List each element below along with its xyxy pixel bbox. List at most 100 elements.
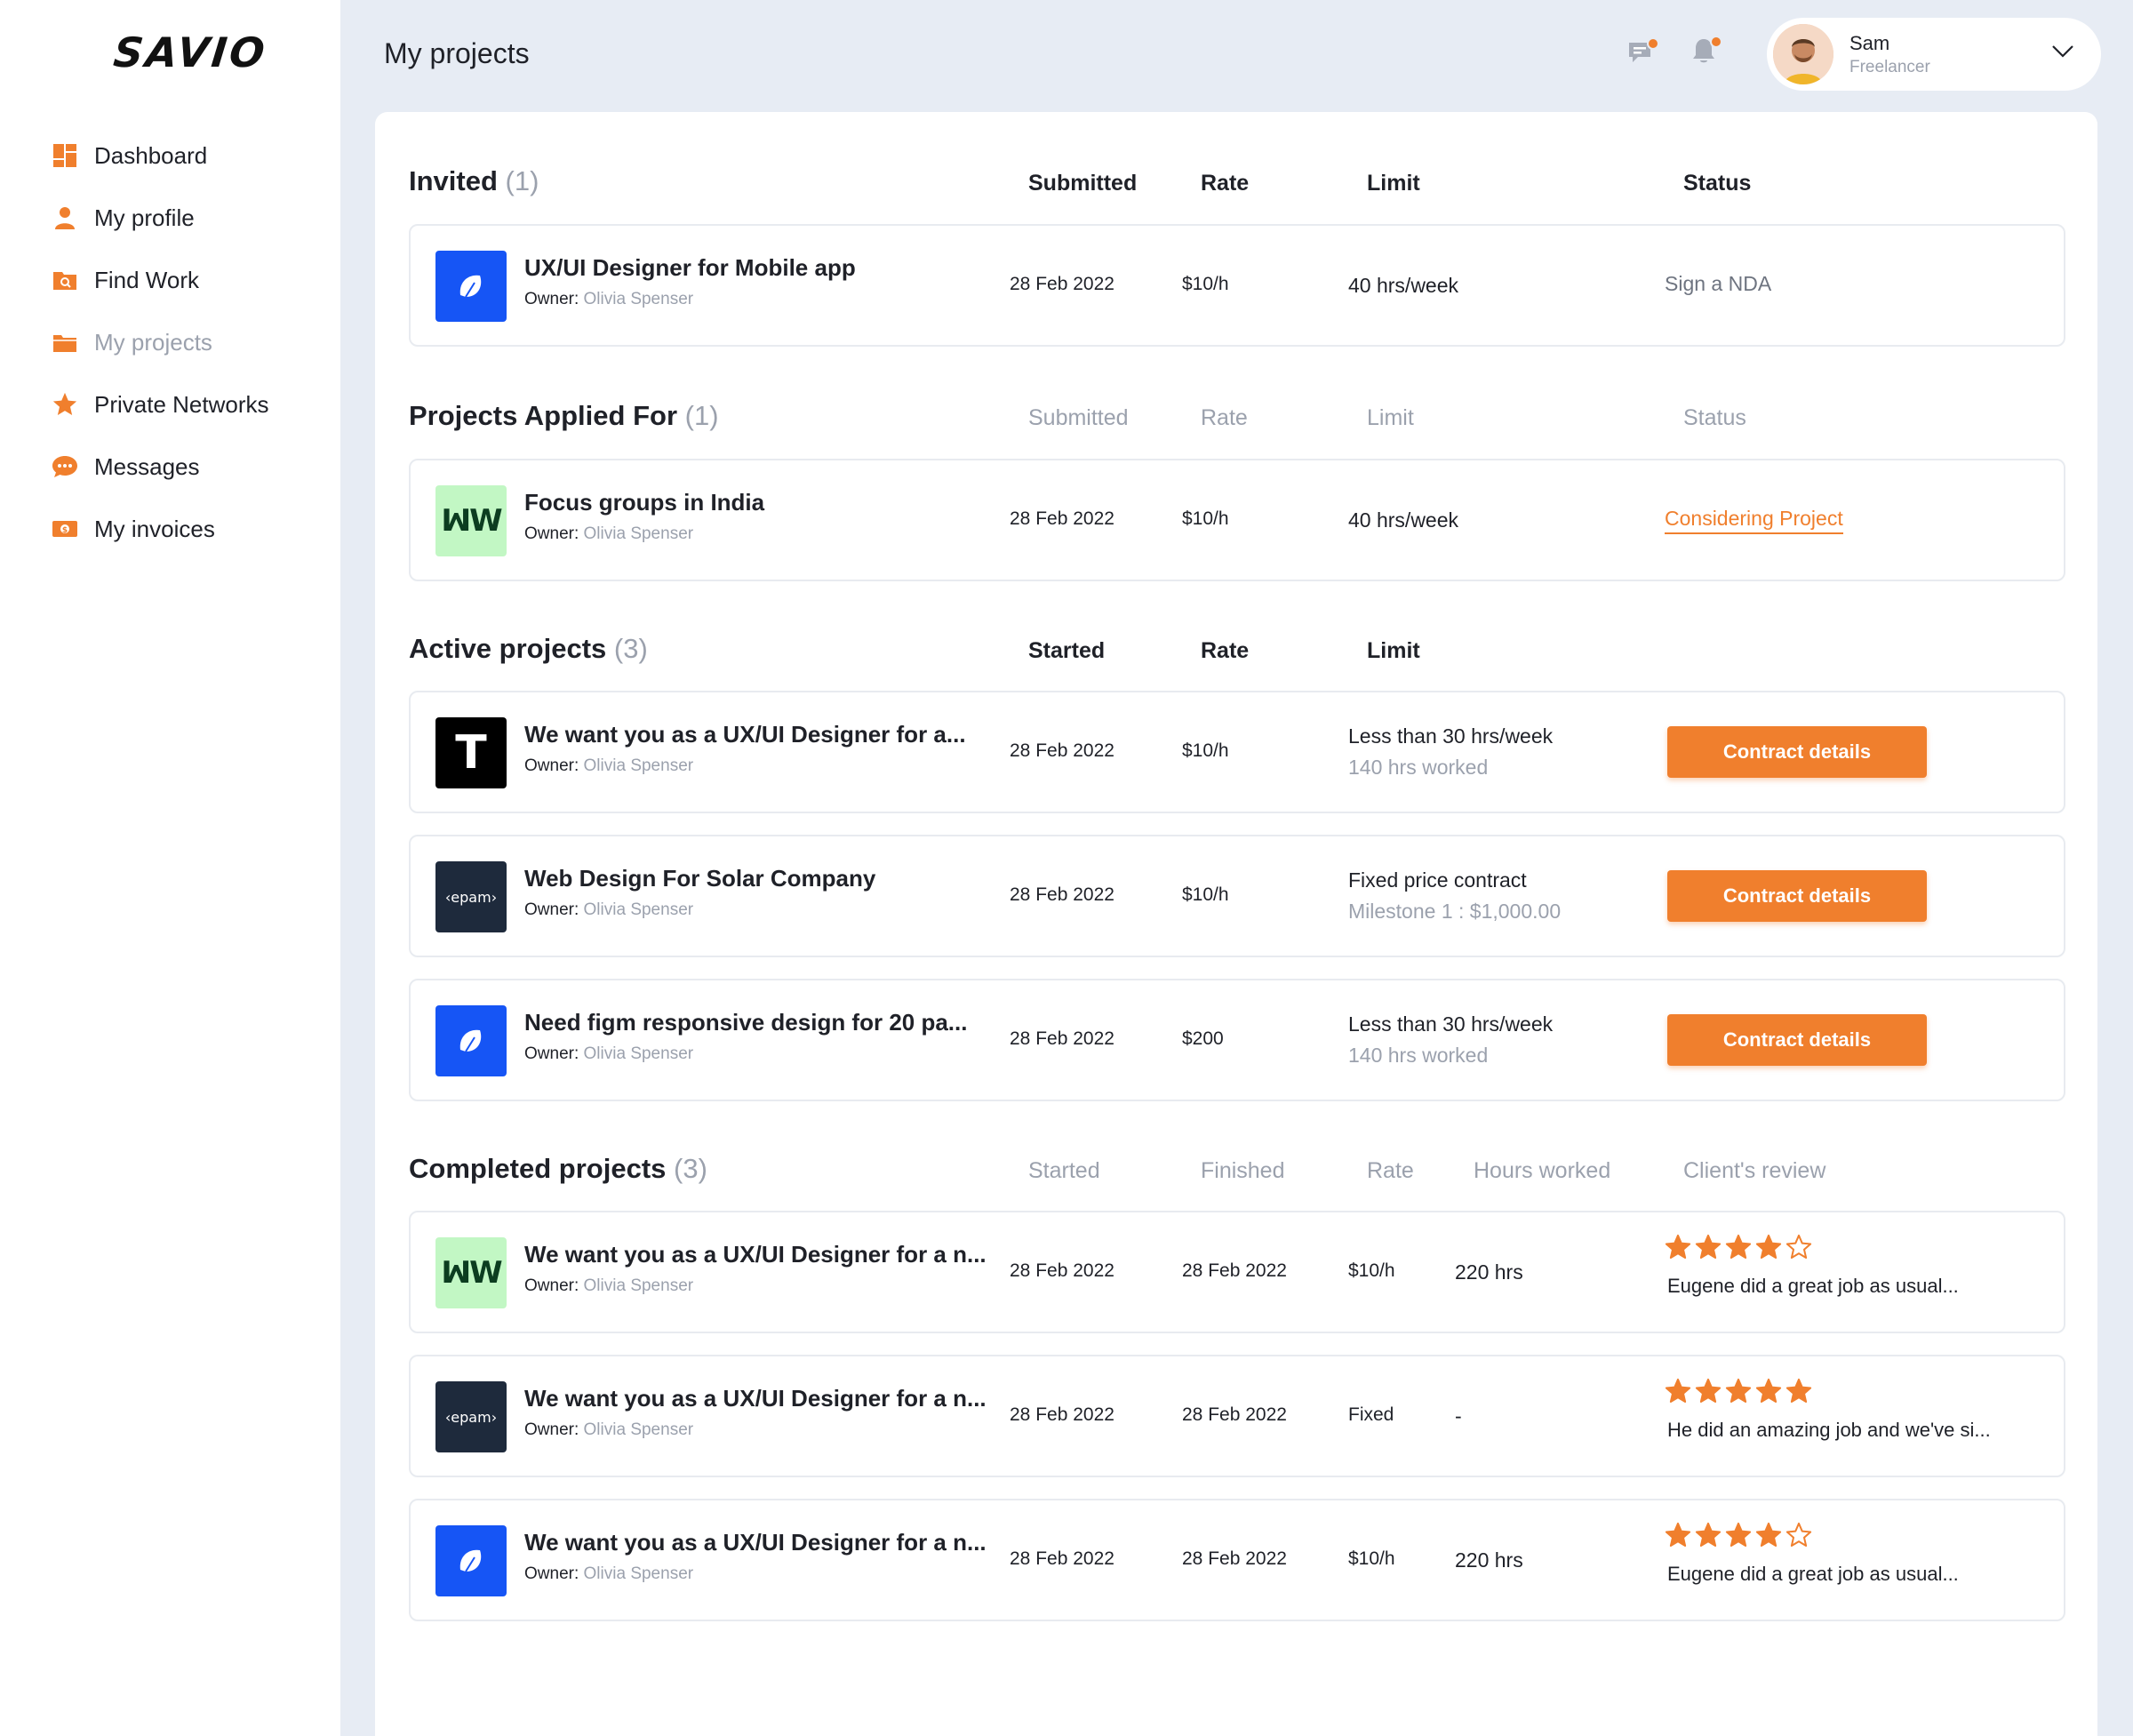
page-title: My projects — [384, 37, 530, 69]
submitted-date: 28 Feb 2022 — [1010, 274, 1114, 294]
rate: Fixed — [1348, 1404, 1394, 1425]
project-title[interactable]: UX/UI Designer for Mobile app — [524, 254, 856, 282]
sidebar-nav: Dashboard My profile Find Work My projec… — [52, 124, 269, 560]
owner-label: Owner: — [524, 1564, 579, 1583]
user-menu[interactable]: Sam Freelancer — [1767, 18, 2101, 91]
dashboard-icon — [52, 142, 78, 169]
started-date: 28 Feb 2022 — [1010, 1260, 1114, 1281]
status-text[interactable]: Sign a NDA — [1665, 272, 1771, 296]
started-date: 28 Feb 2022 — [1010, 1548, 1114, 1569]
rate: $10/h — [1182, 274, 1229, 294]
rating-stars — [1665, 1378, 1812, 1404]
section-title-text: Invited — [409, 165, 498, 196]
project-row[interactable]: ‹epam› Web Design For Solar Company Owne… — [409, 835, 2065, 957]
invoice-icon: $ — [52, 516, 78, 542]
section-count: (3) — [613, 633, 648, 664]
sidebar-item-my-projects[interactable]: My projects — [52, 311, 269, 373]
client-logo-epam: ‹epam› — [435, 1381, 507, 1452]
project-row[interactable]: ꟽW Focus groups in India Owner: Olivia S… — [409, 459, 2065, 581]
owner-name: Olivia Spenser — [583, 1420, 694, 1439]
submitted-date: 28 Feb 2022 — [1010, 508, 1114, 529]
folder-icon — [52, 329, 78, 356]
star-filled-icon — [1725, 1522, 1752, 1547]
project-title[interactable]: Web Design For Solar Company — [524, 865, 875, 892]
star-filled-icon — [1725, 1234, 1752, 1259]
limit: 40 hrs/week — [1348, 274, 1459, 297]
client-logo-w: ꟽW — [435, 485, 507, 556]
sidebar-item-label: Messages — [94, 452, 200, 480]
sidebar-item-dashboard[interactable]: Dashboard — [52, 124, 269, 187]
rating-stars — [1665, 1522, 1812, 1548]
col-started: Started — [1028, 1158, 1100, 1183]
project-title[interactable]: Focus groups in India — [524, 489, 764, 516]
star-filled-icon — [1755, 1522, 1782, 1547]
project-title[interactable]: We want you as a UX/UI Designer for a n.… — [524, 1529, 987, 1556]
project-row[interactable]: UX/UI Designer for Mobile app Owner: Oli… — [409, 224, 2065, 347]
contract-details-button[interactable]: Contract details — [1667, 1014, 1927, 1066]
project-row[interactable]: Need figm responsive design for 20 pa...… — [409, 979, 2065, 1101]
project-row[interactable]: T We want you as a UX/UI Designer for a.… — [409, 691, 2065, 813]
owner-label: Owner: — [524, 1044, 579, 1063]
sidebar-item-label: Find Work — [94, 266, 199, 293]
rate: $10/h — [1182, 740, 1229, 761]
sidebar-item-my-invoices[interactable]: $ My invoices — [52, 498, 269, 560]
owner-label: Owner: — [524, 756, 579, 775]
limit-primary: Less than 30 hrs/week — [1348, 724, 1554, 748]
leaf-icon — [459, 1029, 482, 1052]
client-logo-leaf — [435, 251, 507, 322]
col-rate: Rate — [1201, 171, 1250, 196]
sidebar-item-label: Dashboard — [94, 141, 208, 169]
project-title[interactable]: Need figm responsive design for 20 pa... — [524, 1009, 967, 1036]
sidebar-item-messages[interactable]: Messages — [52, 436, 269, 498]
star-filled-icon — [1695, 1522, 1722, 1547]
sidebar-item-label: My invoices — [94, 515, 215, 542]
applied-section-header: Projects Applied For (1) Submitted Rate … — [409, 400, 2065, 436]
col-status: Status — [1683, 405, 1746, 430]
sidebar-item-my-profile[interactable]: My profile — [52, 187, 269, 249]
app-logo[interactable]: SAVIO — [111, 28, 300, 76]
client-review: Eugene did a great job as usual... — [1667, 1275, 1959, 1297]
sidebar-item-find-work[interactable]: Find Work — [52, 249, 269, 311]
project-owner: Owner: Olivia Spenser — [524, 900, 693, 920]
star-filled-icon — [1695, 1378, 1722, 1403]
limit: Less than 30 hrs/week 140 hrs worked — [1348, 1012, 1553, 1068]
projects-card: Invited (1) Submitted Rate Limit Status … — [375, 112, 2097, 1736]
project-row[interactable]: We want you as a UX/UI Designer for a n.… — [409, 1499, 2065, 1621]
limit-secondary: Milestone 1 : $1,000.00 — [1348, 900, 1562, 923]
col-finished: Finished — [1201, 1158, 1285, 1183]
messages-button[interactable] — [1626, 37, 1661, 73]
col-rate: Rate — [1201, 638, 1250, 663]
col-rate: Rate — [1367, 1158, 1414, 1183]
started-date: 28 Feb 2022 — [1010, 884, 1114, 905]
project-title[interactable]: We want you as a UX/UI Designer for a... — [524, 721, 966, 748]
col-client-review: Client's review — [1683, 1158, 1826, 1183]
limit: Fixed price contract Milestone 1 : $1,00… — [1348, 868, 1561, 924]
user-name: Sam — [1849, 31, 1890, 54]
section-title: Completed projects (3) — [409, 1153, 707, 1185]
limit: 40 hrs/week — [1348, 508, 1459, 532]
rate: $10/h — [1348, 1260, 1395, 1281]
contract-details-button[interactable]: Contract details — [1667, 870, 1927, 922]
finished-date: 28 Feb 2022 — [1182, 1260, 1287, 1281]
project-title[interactable]: We want you as a UX/UI Designer for a n.… — [524, 1385, 987, 1412]
col-status: Status — [1683, 171, 1752, 196]
project-title[interactable]: We want you as a UX/UI Designer for a n.… — [524, 1241, 987, 1268]
owner-name: Olivia Spenser — [583, 290, 694, 308]
col-limit: Limit — [1367, 171, 1420, 196]
star-icon — [52, 391, 78, 418]
section-title-text: Projects Applied For — [409, 400, 678, 431]
limit-secondary: 140 hrs worked — [1348, 756, 1489, 779]
notifications-button[interactable] — [1689, 36, 1724, 71]
sidebar-item-private-networks[interactable]: Private Networks — [52, 373, 269, 436]
project-owner: Owner: Olivia Spenser — [524, 1276, 693, 1296]
project-row[interactable]: ‹epam› We want you as a UX/UI Designer f… — [409, 1355, 2065, 1477]
section-count: (1) — [684, 400, 719, 431]
star-filled-icon — [1665, 1378, 1691, 1403]
project-row[interactable]: ꟽW We want you as a UX/UI Designer for a… — [409, 1211, 2065, 1333]
status-link[interactable]: Considering Project — [1665, 507, 1843, 534]
active-section-header: Active projects (3) Started Rate Limit — [409, 633, 2065, 668]
completed-section-header: Completed projects (3) Started Finished … — [409, 1153, 2065, 1188]
contract-details-button[interactable]: Contract details — [1667, 726, 1927, 778]
finished-date: 28 Feb 2022 — [1182, 1548, 1287, 1569]
unread-dot — [1647, 37, 1659, 50]
